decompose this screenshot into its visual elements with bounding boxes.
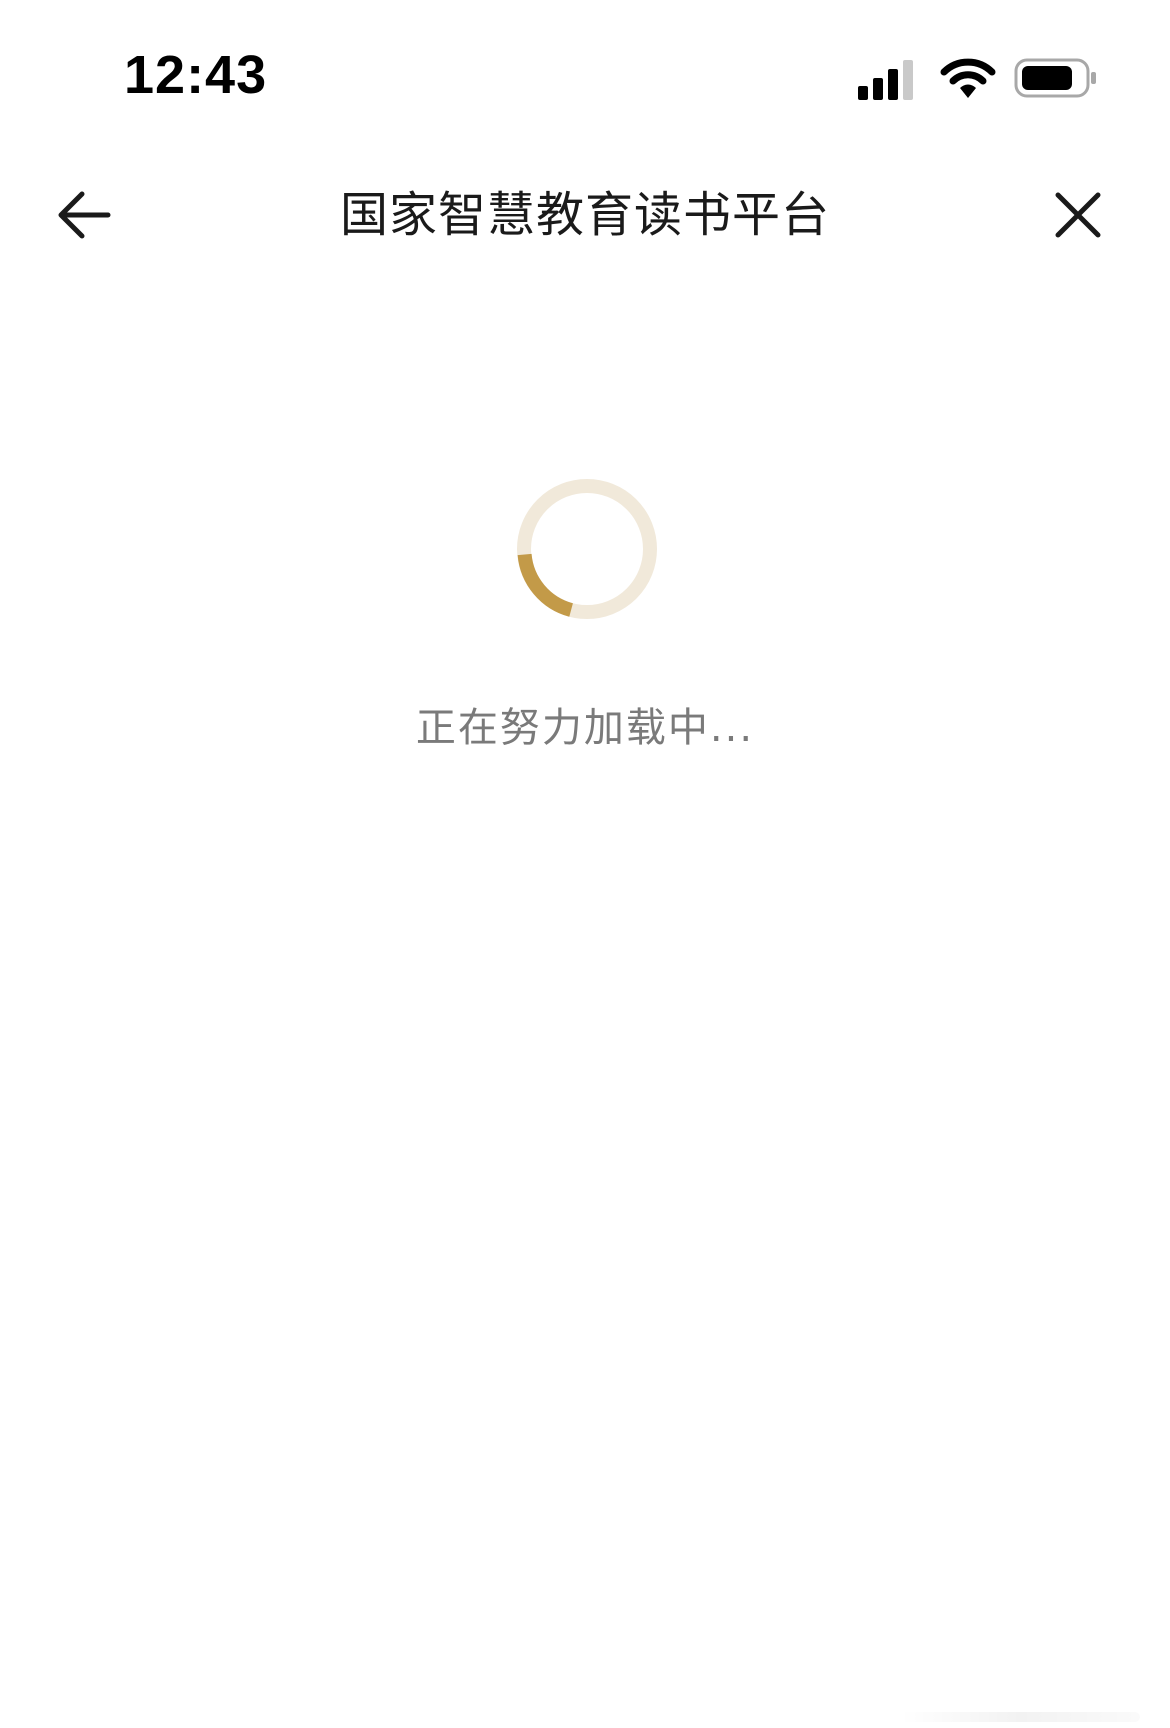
- loading-spinner-icon: [515, 477, 659, 621]
- cellular-signal-icon: [858, 60, 918, 104]
- status-time: 12:43: [124, 45, 268, 105]
- arrow-left-icon: [56, 189, 112, 245]
- close-button[interactable]: [1046, 185, 1110, 249]
- back-button[interactable]: [50, 185, 118, 249]
- nav-bar: 国家智慧教育读书平台: [0, 165, 1170, 265]
- wifi-icon: [940, 56, 996, 104]
- home-indicator: [900, 1712, 1140, 1722]
- status-bar: 12:43: [0, 0, 1170, 160]
- close-icon: [1054, 191, 1102, 243]
- loading-text: 正在努力加载中...: [415, 705, 755, 751]
- battery-icon: [1014, 56, 1098, 104]
- page-title: 国家智慧教育读书平台: [339, 187, 830, 243]
